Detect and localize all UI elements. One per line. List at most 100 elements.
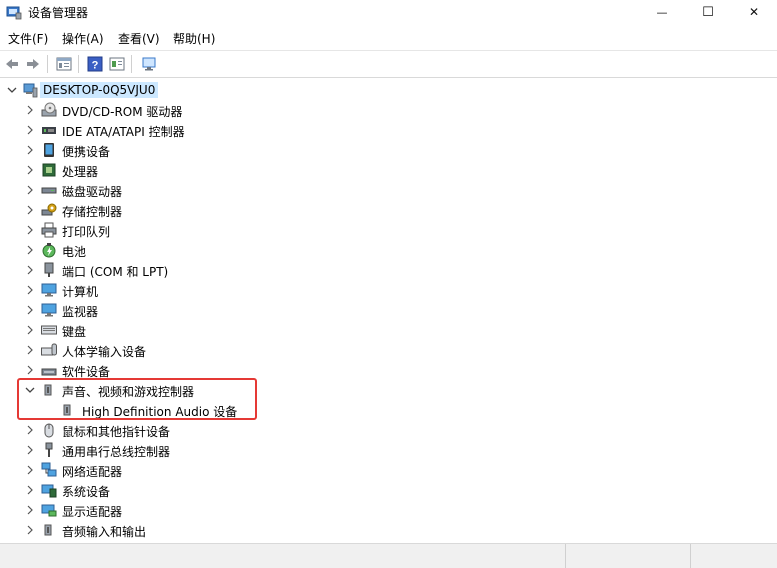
- tree-item-label[interactable]: 键盘: [62, 323, 86, 340]
- maximize-icon: ☐: [702, 4, 714, 20]
- chevron-right-icon[interactable]: [24, 524, 36, 536]
- status-cell: [690, 544, 777, 568]
- tree-item[interactable]: 键盘: [0, 320, 777, 340]
- computer-icon: [23, 83, 38, 98]
- toolbar-separator: [78, 55, 79, 73]
- menu-help[interactable]: 帮助(H): [173, 30, 215, 47]
- update-driver-button[interactable]: [108, 55, 126, 73]
- tree-item[interactable]: IDE ATA/ATAPI 控制器: [0, 120, 777, 140]
- menu-file[interactable]: 文件(F): [8, 30, 48, 47]
- monitor-icon: [41, 303, 57, 317]
- chevron-right-icon[interactable]: [24, 484, 36, 496]
- mouse-icon: [44, 423, 54, 438]
- tree-item-label[interactable]: DVD/CD-ROM 驱动器: [62, 103, 182, 120]
- device-tree[interactable]: DESKTOP-0Q5VJU0 DVD/CD-ROM 驱动器 IDE ATA/A…: [0, 78, 777, 542]
- tree-item-label[interactable]: 监视器: [62, 303, 98, 320]
- tree-item[interactable]: 便携设备: [0, 140, 777, 160]
- chevron-right-icon[interactable]: [24, 224, 36, 236]
- tree-item[interactable]: 系统设备: [0, 480, 777, 500]
- chevron-right-icon[interactable]: [24, 204, 36, 216]
- chevron-right-icon[interactable]: [24, 244, 36, 256]
- tree-item-label[interactable]: 显示适配器: [62, 503, 122, 520]
- chevron-right-icon[interactable]: [24, 264, 36, 276]
- chevron-right-icon[interactable]: [24, 504, 36, 516]
- tree-item-label[interactable]: 系统设备: [62, 483, 110, 500]
- menu-action[interactable]: 操作(A): [62, 30, 104, 47]
- ide-controller-icon: [42, 127, 56, 134]
- minimize-icon: —: [656, 5, 668, 19]
- toolbar: ?: [0, 50, 777, 78]
- tree-item-label[interactable]: 处理器: [62, 163, 98, 180]
- back-arrow-icon: [6, 59, 18, 69]
- tree-item[interactable]: 鼠标和其他指针设备: [0, 420, 777, 440]
- system-device-icon: [41, 484, 57, 498]
- tree-item[interactable]: 通用串行总线控制器: [0, 440, 777, 460]
- chevron-right-icon[interactable]: [24, 464, 36, 476]
- disk-drive-icon: [41, 187, 57, 194]
- tree-item-label[interactable]: IDE ATA/ATAPI 控制器: [62, 123, 185, 140]
- tree-item[interactable]: 软件设备: [0, 360, 777, 380]
- storage-controller-icon: [41, 203, 57, 216]
- chevron-right-icon[interactable]: [24, 104, 36, 116]
- tree-item[interactable]: 处理器: [0, 160, 777, 180]
- toolbar-separator: [47, 55, 48, 73]
- tree-item-label[interactable]: 通用串行总线控制器: [62, 443, 170, 460]
- toolbar-separator: [131, 55, 132, 73]
- chevron-right-icon[interactable]: [24, 184, 36, 196]
- help-icon: ?: [87, 56, 103, 72]
- tree-item-label[interactable]: 网络适配器: [62, 463, 122, 480]
- menu-bar: 文件(F) 操作(A) 查看(V) 帮助(H): [0, 24, 777, 51]
- tree-root-row[interactable]: DESKTOP-0Q5VJU0: [0, 80, 777, 100]
- tree-item-label[interactable]: 打印队列: [62, 223, 110, 240]
- help-button[interactable]: ?: [86, 55, 104, 73]
- chevron-right-icon[interactable]: [24, 144, 36, 156]
- tree-item[interactable]: 计算机: [0, 280, 777, 300]
- computer-icon: [41, 283, 57, 297]
- tree-item-label[interactable]: 计算机: [62, 283, 98, 300]
- properties-button[interactable]: [55, 55, 73, 73]
- svg-text:?: ?: [92, 60, 99, 72]
- chevron-right-icon[interactable]: [24, 284, 36, 296]
- tree-item-label[interactable]: 人体学输入设备: [62, 343, 146, 360]
- chevron-right-icon[interactable]: [24, 164, 36, 176]
- maximize-button[interactable]: ☐: [685, 0, 731, 24]
- menu-view[interactable]: 查看(V): [118, 30, 160, 47]
- chevron-right-icon[interactable]: [24, 364, 36, 376]
- tree-item[interactable]: 显示适配器: [0, 500, 777, 520]
- portable-device-icon: [44, 143, 54, 157]
- back-button[interactable]: [3, 55, 21, 73]
- chevron-right-icon[interactable]: [24, 444, 36, 456]
- tree-item-label[interactable]: 音频输入和输出: [62, 523, 146, 540]
- tree-item[interactable]: 电池: [0, 240, 777, 260]
- scan-hardware-button[interactable]: [140, 55, 158, 73]
- device-manager-icon: [6, 6, 22, 20]
- tree-item-label[interactable]: 端口 (COM 和 LPT): [62, 263, 168, 280]
- tree-item-label[interactable]: 存储控制器: [62, 203, 122, 220]
- chevron-right-icon[interactable]: [24, 124, 36, 136]
- tree-item[interactable]: 存储控制器: [0, 200, 777, 220]
- tree-item[interactable]: 端口 (COM 和 LPT): [0, 260, 777, 280]
- tree-item[interactable]: 打印队列: [0, 220, 777, 240]
- keyboard-icon: [41, 325, 57, 335]
- chevron-right-icon[interactable]: [24, 324, 36, 336]
- tree-item-label[interactable]: 鼠标和其他指针设备: [62, 423, 170, 440]
- close-icon: ✕: [748, 5, 760, 19]
- tree-item[interactable]: 音频输入和输出: [0, 520, 777, 540]
- tree-item[interactable]: 监视器: [0, 300, 777, 320]
- minimize-button[interactable]: —: [639, 0, 685, 24]
- tree-item[interactable]: 网络适配器: [0, 460, 777, 480]
- chevron-down-icon[interactable]: [6, 84, 18, 96]
- tree-root-label[interactable]: DESKTOP-0Q5VJU0: [40, 82, 159, 98]
- forward-button[interactable]: [24, 55, 42, 73]
- chevron-right-icon[interactable]: [24, 424, 36, 436]
- tree-item[interactable]: 人体学输入设备: [0, 340, 777, 360]
- tree-item-label[interactable]: 磁盘驱动器: [62, 183, 122, 200]
- tree-item-label[interactable]: 便携设备: [62, 143, 110, 160]
- chevron-right-icon[interactable]: [24, 304, 36, 316]
- tree-item[interactable]: 磁盘驱动器: [0, 180, 777, 200]
- tree-item[interactable]: DVD/CD-ROM 驱动器: [0, 100, 777, 120]
- tree-item-label[interactable]: 电池: [62, 243, 86, 260]
- close-button[interactable]: ✕: [731, 0, 777, 24]
- forward-arrow-icon: [27, 59, 39, 69]
- chevron-right-icon[interactable]: [24, 344, 36, 356]
